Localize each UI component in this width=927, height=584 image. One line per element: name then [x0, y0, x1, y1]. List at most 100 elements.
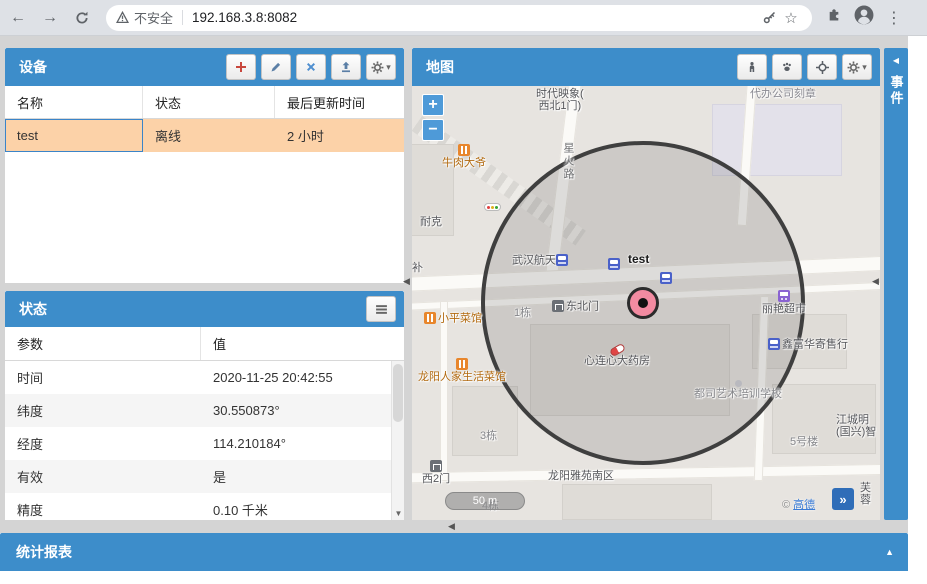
gear-icon: [371, 61, 384, 74]
state-table-body: 时间2020-11-25 20:42:55纬度30.550873°经度114.2…: [5, 361, 404, 520]
poi-text: 西2门: [422, 473, 450, 485]
state-row[interactable]: 有效是: [5, 460, 404, 493]
back-button[interactable]: ←: [4, 4, 32, 32]
state-row[interactable]: 纬度30.550873°: [5, 394, 404, 427]
state-title: 状态: [19, 299, 366, 319]
zoom-out-button[interactable]: −: [422, 119, 444, 141]
map-poi-label: test: [628, 253, 649, 265]
delete-device-button[interactable]: [296, 54, 326, 80]
forward-button[interactable]: →: [36, 4, 64, 32]
state-row[interactable]: 精度0.10 千米: [5, 493, 404, 520]
cross-icon: [305, 61, 317, 73]
pegman-icon: [746, 61, 758, 73]
poi-text: 丽艳超市: [762, 303, 806, 315]
state-row[interactable]: 经度114.210184°: [5, 427, 404, 460]
poi-text: 龙阳雅苑南区: [548, 470, 614, 482]
collapse-up-icon[interactable]: ▲: [885, 547, 894, 557]
column-name[interactable]: 名称: [5, 86, 143, 118]
profile-button[interactable]: [854, 5, 874, 30]
param-cell: 有效: [5, 460, 201, 493]
map-poi-label: 都司艺术培训学校: [694, 380, 782, 400]
devices-table-body: test离线2 小时: [5, 119, 404, 152]
state-header: 状态: [5, 291, 404, 327]
extensions-button[interactable]: [826, 7, 842, 28]
follow-button[interactable]: [807, 54, 837, 80]
state-row[interactable]: 时间2020-11-25 20:42:55: [5, 361, 404, 394]
reload-button[interactable]: [68, 4, 96, 32]
splitter-collapse-arrow[interactable]: ◀: [403, 276, 410, 287]
map-poi-label: 心连心大药房: [584, 346, 650, 367]
map-poi-label: 武汉航天: [512, 254, 570, 267]
scrollbar-thumb[interactable]: [393, 364, 403, 422]
password-key-button[interactable]: [758, 7, 780, 29]
map-poi-label: 3栋: [480, 430, 497, 442]
map-poi-label: 时代映象( 西北1门): [536, 88, 584, 112]
upload-button[interactable]: [331, 54, 361, 80]
poi-text: 芙蓉: [860, 482, 871, 506]
map-poi-icon: [484, 201, 503, 213]
ssl-warning-icon: [116, 11, 129, 24]
value-cell: 是: [201, 460, 404, 493]
map-panel: 地图: [412, 48, 880, 520]
poi-text: 1栋: [514, 307, 531, 319]
splitter-collapse-arrow[interactable]: ◀: [872, 276, 879, 287]
map-poi-label: 小平菜馆: [424, 312, 482, 325]
splitter-collapse-arrow[interactable]: ◀: [448, 521, 455, 532]
gate-icon: [430, 460, 442, 472]
list-icon: [375, 303, 388, 316]
map-poi-label: 东北门: [552, 300, 599, 313]
chevron-down-icon: ▾: [386, 62, 391, 73]
device-row[interactable]: test离线2 小时: [5, 119, 404, 152]
events-strip[interactable]: ◀ 事件: [884, 48, 908, 520]
column-value[interactable]: 值: [201, 327, 404, 360]
edit-device-button[interactable]: [261, 54, 291, 80]
column-parameter[interactable]: 参数: [5, 327, 201, 360]
reports-bar[interactable]: 统计报表 ▲: [0, 533, 908, 571]
map-poi-label: 代办公司刻章: [750, 88, 816, 100]
state-panel: 状态 参数 值 时间: [5, 291, 404, 520]
pencil-icon: [270, 61, 282, 73]
security-label: 不安全: [134, 8, 173, 27]
map-canvas[interactable]: 时代映象( 西北1门)代办公司刻章星火路牛肉大爷耐克武汉航天test丽艳超市东北…: [412, 86, 880, 520]
poi-text: 武汉航天: [512, 254, 556, 266]
device-settings-button[interactable]: ▾: [366, 54, 396, 80]
address-bar[interactable]: 不安全 192.168.3.8:8082 ☆: [106, 5, 812, 31]
map-poi-label: 补: [412, 262, 423, 274]
map-header: 地图: [412, 48, 880, 86]
reports-title: 统计报表: [16, 542, 885, 562]
state-table-header: 参数 值: [5, 327, 404, 361]
zoom-in-button[interactable]: +: [422, 94, 444, 116]
gear-icon: [847, 61, 860, 74]
poi-text: 小平菜馆: [438, 312, 482, 324]
devices-title: 设备: [19, 57, 226, 77]
map-poi-label: 西2门: [422, 460, 450, 485]
expand-button[interactable]: »: [832, 488, 854, 510]
paw-button[interactable]: [772, 54, 802, 80]
poi-text: 鑫富华寄售行: [782, 338, 848, 350]
poi-text: 星火路: [562, 142, 574, 181]
metro-icon: [556, 254, 568, 266]
poi-text: 都司艺术培训学校: [694, 388, 782, 400]
poi-text: 5号楼: [790, 436, 818, 448]
add-device-button[interactable]: [226, 54, 256, 80]
cart-icon: [778, 290, 790, 302]
upload-icon: [340, 61, 352, 73]
map-labels-layer: 时代映象( 西北1门)代办公司刻章星火路牛肉大爷耐克武汉航天test丽艳超市东北…: [412, 86, 880, 520]
param-cell: 纬度: [5, 394, 201, 427]
bookmark-button[interactable]: ☆: [780, 7, 802, 29]
poi-text: 龙阳人家生活菜馆: [418, 371, 506, 383]
column-status[interactable]: 状态: [143, 86, 275, 118]
metro-icon: [768, 338, 780, 350]
map-settings-button[interactable]: ▾: [842, 54, 872, 80]
menu-button[interactable]: ⋮: [886, 8, 896, 28]
attribution-link[interactable]: 高德: [793, 499, 815, 511]
scroll-down-button[interactable]: ▼: [392, 506, 404, 520]
column-lastupdate[interactable]: 最后更新时间: [275, 86, 404, 118]
pegman-button[interactable]: [737, 54, 767, 80]
poi-text: 补: [412, 262, 423, 274]
collapse-left-icon: ◀: [893, 56, 899, 65]
state-menu-button[interactable]: [366, 296, 396, 322]
url-text: 192.168.3.8:8082: [192, 10, 297, 25]
map-poi-label: 1栋: [514, 307, 531, 319]
state-scrollbar[interactable]: ▼: [391, 361, 404, 520]
